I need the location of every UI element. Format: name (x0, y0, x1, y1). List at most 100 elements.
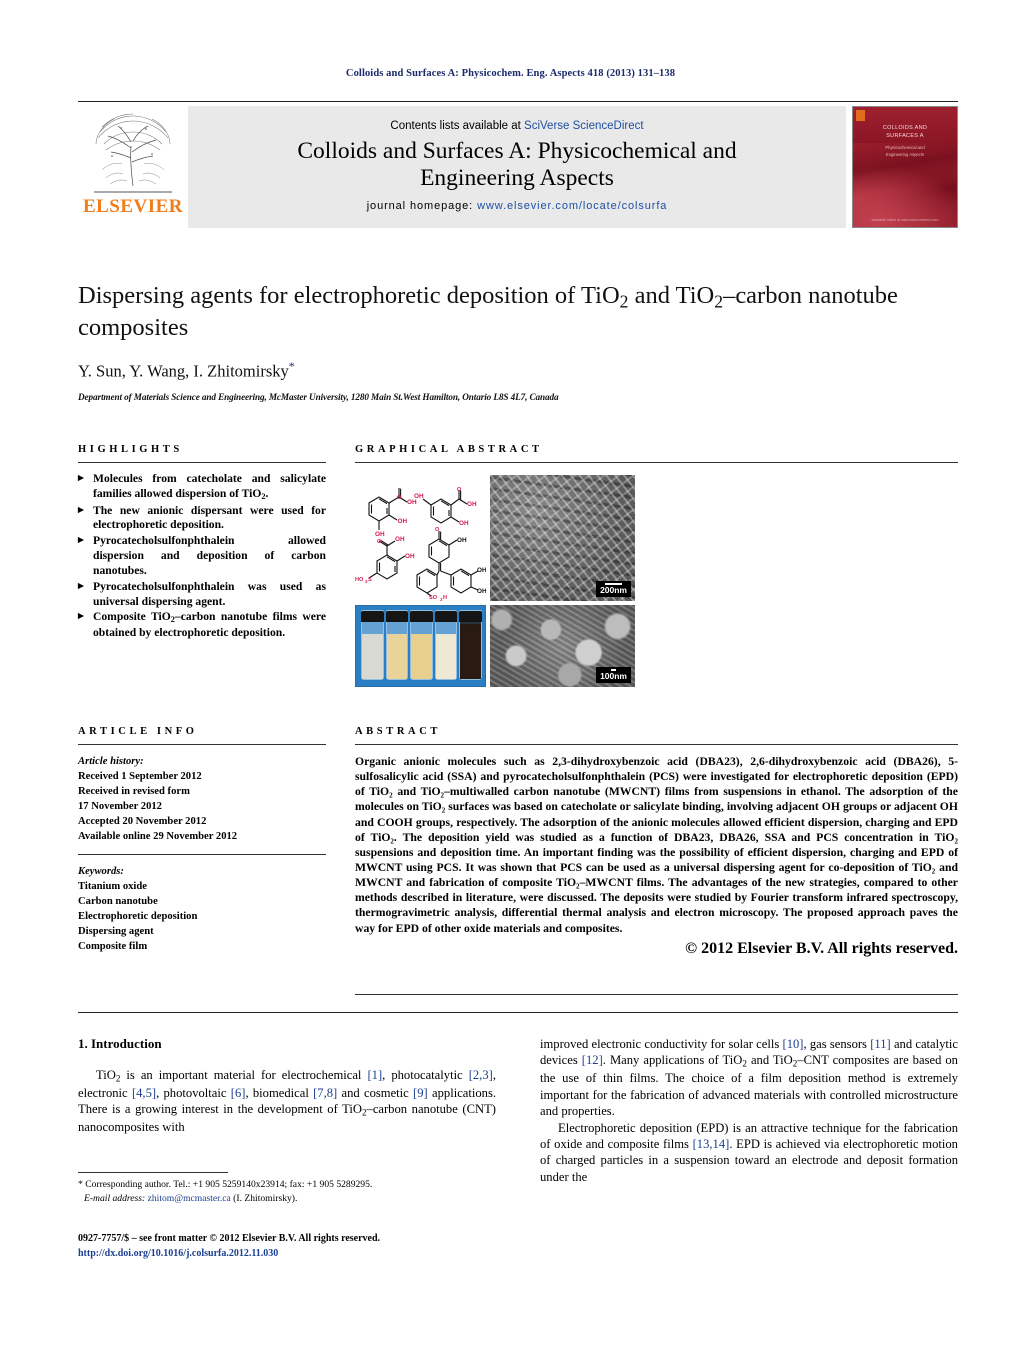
svg-text:O: O (457, 487, 462, 493)
svg-text:OH: OH (398, 518, 408, 525)
article-history-label: Article history: (78, 756, 144, 767)
sem-micrograph-nanotubes: 200nm (490, 475, 635, 601)
email-note: E-mail address: zhitom@mcmaster.ca (I. Z… (78, 1192, 496, 1206)
issn-copyright-line: 0927-7757/$ – see front matter © 2012 El… (78, 1233, 381, 1244)
introduction-paragraph-1: TiO2 is an important material for electr… (78, 1067, 497, 1135)
graphical-abstract-figure: OH O OH OH OH O OH OH OH O OH HO 3 S O O… (355, 475, 635, 687)
vial-2 (385, 609, 409, 681)
svg-text:S: S (368, 577, 372, 583)
scale-bar-label: 100nm (600, 670, 627, 681)
cover-elsevier-badge-icon (856, 110, 865, 121)
suspension-vials-photo (355, 605, 486, 687)
svg-text:OH: OH (477, 567, 486, 574)
cover-artwork (853, 155, 957, 227)
body-separator-rule (78, 1012, 958, 1013)
highlights-list: Molecules from catecholate and salicylat… (78, 472, 326, 641)
keyword-item: Dispersing agent (78, 926, 154, 938)
elsevier-tree-icon (94, 113, 172, 193)
list-item: Molecules from catecholate and salicylat… (78, 472, 326, 503)
cover-title: COLLOIDS AND SURFACES A (853, 124, 957, 141)
list-item: The new anionic dispersant were used for… (78, 504, 326, 534)
svg-text:OH: OH (459, 520, 469, 527)
vial-4 (434, 609, 458, 681)
introduction-heading: 1. Introduction (78, 1036, 162, 1051)
article-title: Dispersing agents for electrophoretic de… (78, 282, 898, 341)
email-label: E-mail address: (84, 1192, 148, 1204)
journal-title-line2: Engineering Aspects (420, 165, 614, 191)
history-revised-date: 17 November 2012 (78, 801, 162, 813)
keywords-label: Keywords: (78, 866, 124, 878)
article-history-block: Article history: Received 1 September 20… (78, 754, 326, 844)
list-item: Composite TiO2–carbon nanotube films wer… (78, 610, 326, 641)
cover-title-line1: COLLOIDS AND (882, 124, 928, 131)
header-rule (78, 101, 958, 102)
highlights-section: HIGHLIGHTS Molecules from catecholate an… (78, 444, 326, 642)
svg-text:O: O (397, 495, 402, 501)
svg-text:O: O (435, 527, 440, 533)
masthead-center: Contents lists available at SciVerse Sci… (188, 106, 846, 228)
highlights-divider (78, 462, 326, 463)
scale-bar-200nm: 200nm (596, 580, 631, 597)
homepage-url-link[interactable]: www.elsevier.com/locate/colsurfa (477, 200, 667, 212)
keyword-item: Titanium oxide (78, 881, 147, 893)
doi-link[interactable]: http://dx.doi.org/10.1016/j.colsurfa.201… (78, 1246, 598, 1261)
history-revised-label: Received in revised form (78, 786, 190, 798)
keyword-item: Electrophoretic deposition (78, 911, 198, 923)
chemical-structures-diagram: OH O OH OH OH O OH OH OH O OH HO 3 S O O… (355, 487, 487, 602)
introduction-right-column: improved electronic conductivity for sol… (540, 1036, 958, 1185)
svg-text:SO: SO (429, 595, 438, 601)
corresponding-author-marker: * (288, 358, 295, 373)
keyword-item: Composite film (78, 941, 148, 953)
svg-text:OH: OH (407, 499, 417, 506)
sciencedirect-link[interactable]: SciVerse ScienceDirect (524, 120, 644, 132)
article-info-heading: ARTICLE INFO (78, 726, 198, 737)
scale-bar-100nm: 100nm (596, 666, 631, 683)
journal-title-line1: Colloids and Surfaces A: Physicochemical… (297, 137, 737, 164)
svg-text:OH: OH (375, 531, 385, 538)
cover-footer-text: available online at www.sciencedirect.co… (871, 218, 939, 223)
footnote-rule (78, 1172, 228, 1173)
abstract-text: Organic anionic molecules such as 2,3-di… (355, 755, 958, 935)
svg-text:OH: OH (457, 537, 467, 544)
authors-text: Y. Sun, Y. Wang, I. Zhitomirsky (78, 361, 289, 381)
scale-bar-label: 200nm (600, 584, 627, 595)
journal-cover-thumbnail: COLLOIDS AND SURFACES A Physicochemical … (852, 106, 958, 228)
sem-micrograph-particles: 100nm (490, 605, 635, 687)
article-info-section: ARTICLE INFO Article history: Received 1… (78, 726, 326, 954)
email-suffix: (I. Zhitomirsky). (230, 1192, 298, 1204)
list-item: Pyrocatecholsulfonphthalein allowed disp… (78, 534, 326, 578)
vial-3 (410, 609, 433, 681)
cover-subtitle-line1: Physicochemical and (885, 145, 925, 151)
graphical-abstract-heading: GRAPHICAL ABSTRACT (355, 444, 543, 455)
journal-masthead: ELSEVIER Contents lists available at Sci… (78, 106, 958, 228)
keywords-block: Keywords: Titanium oxide Carbon nanotube… (78, 864, 326, 954)
svg-text:O: O (377, 539, 382, 545)
abstract-divider (355, 744, 958, 745)
history-online: Available online 29 November 2012 (78, 831, 238, 843)
running-head: Colloids and Surfaces A: Physicochem. En… (345, 68, 676, 79)
corresponding-author-note: * Corresponding author. Tel.: +1 905 525… (78, 1179, 373, 1190)
abstract-heading: ABSTRACT (355, 726, 441, 737)
svg-text:OH: OH (395, 536, 405, 543)
history-accepted: Accepted 20 November 2012 (78, 816, 207, 828)
journal-homepage-line: journal homepage: www.elsevier.com/locat… (367, 200, 668, 212)
list-item: Pyrocatecholsulfonphthalein was used as … (78, 580, 326, 610)
email-link[interactable]: zhitom@mcmaster.ca (148, 1193, 231, 1204)
svg-text:OH: OH (414, 493, 424, 500)
cover-title-line2: SURFACES A (886, 133, 924, 140)
graphical-abstract-divider (355, 462, 958, 463)
abstract-bottom-rule (355, 994, 958, 995)
journal-title: Colloids and Surfaces A: Physicochemical… (297, 138, 736, 193)
graphical-abstract-section: GRAPHICAL ABSTRACT OH O OH OH OH O OH OH… (355, 444, 958, 687)
affiliation: Department of Materials Science and Engi… (78, 392, 559, 403)
introduction-paragraph-1-cont: improved electronic conductivity for sol… (540, 1037, 959, 1119)
title-block: Dispersing agents for electrophoretic de… (78, 281, 958, 402)
svg-text:HO: HO (355, 577, 364, 583)
footnote-block: * Corresponding author. Tel.: +1 905 525… (78, 1178, 496, 1205)
article-info-divider (78, 744, 326, 745)
highlights-heading: HIGHLIGHTS (78, 444, 183, 455)
svg-text:OH: OH (467, 501, 477, 508)
contents-available-line: Contents lists available at SciVerse Sci… (390, 120, 643, 132)
contents-prefix: Contents lists available at (390, 119, 525, 132)
keyword-item: Carbon nanotube (78, 896, 158, 908)
